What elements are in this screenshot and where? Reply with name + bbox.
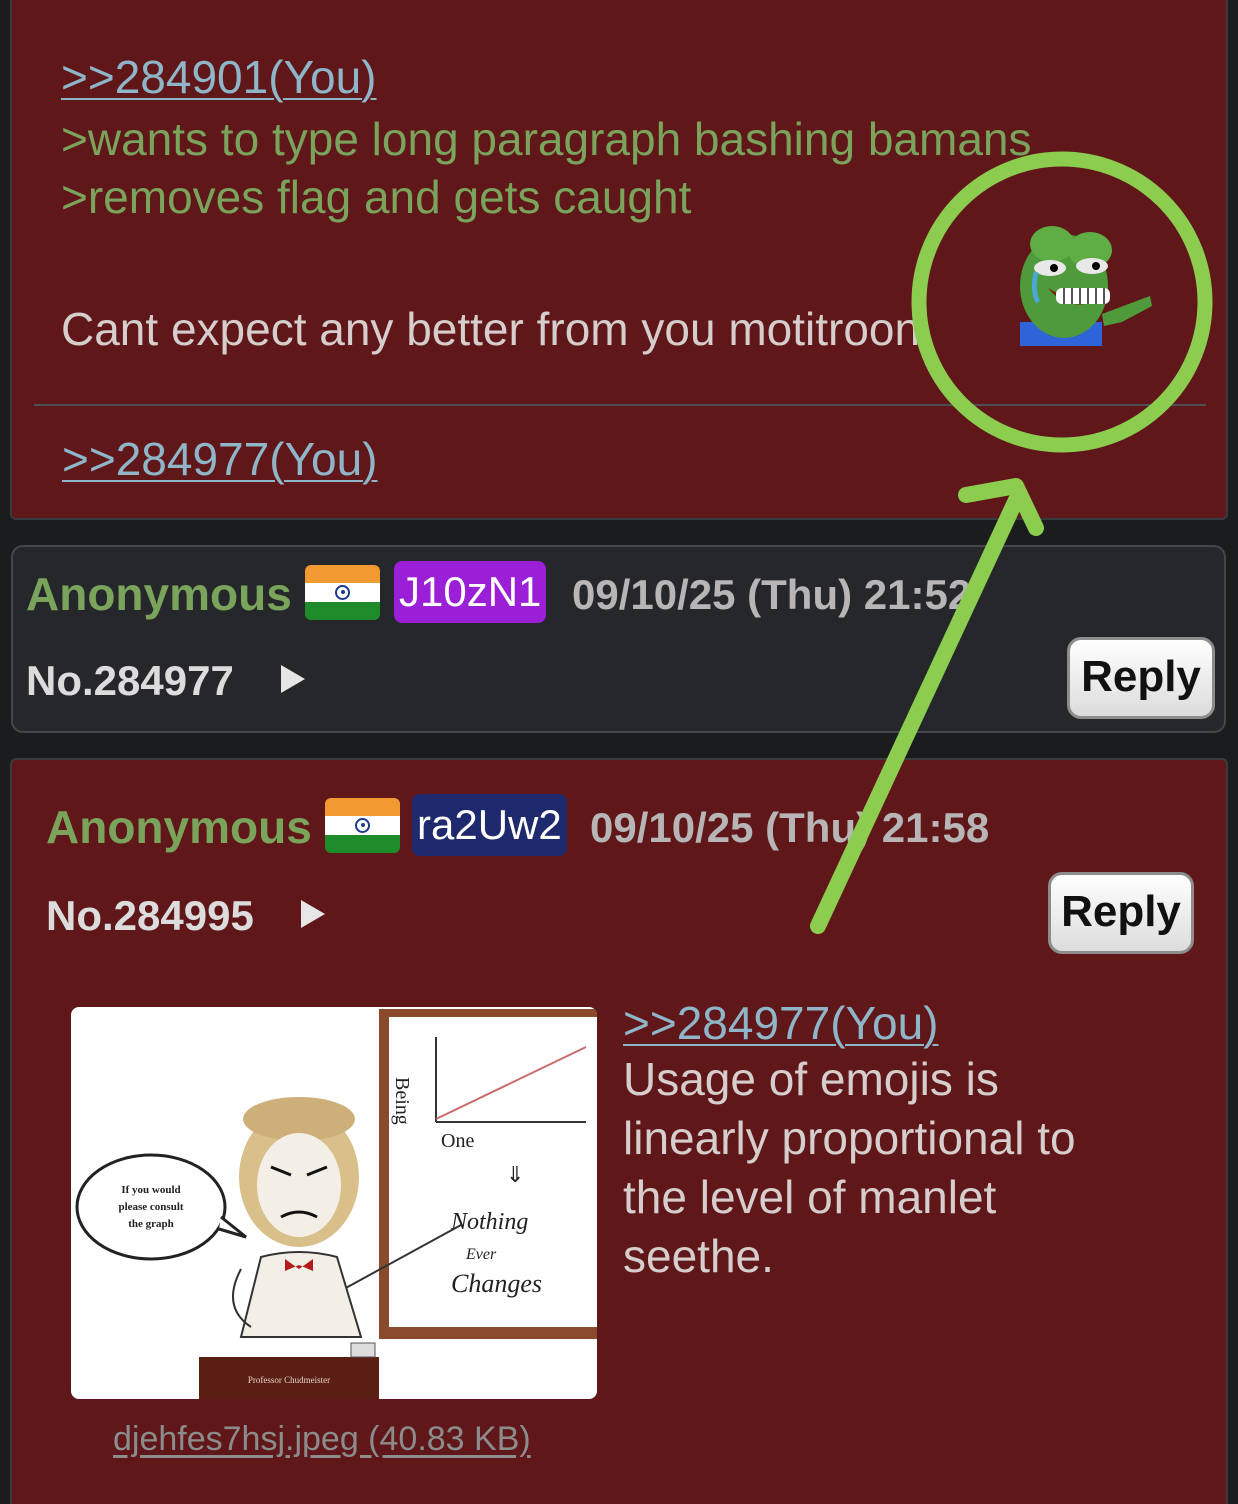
post-datetime: 09/10/25 (Thu) 21:52 bbox=[572, 571, 972, 618]
post-number[interactable]: No.284995 bbox=[46, 892, 254, 940]
board-text: Changes bbox=[451, 1269, 542, 1298]
post-284995: Anonymous ra2Uw2 09/10/25 (Thu) 21:58 No… bbox=[10, 758, 1228, 1504]
meme-illustration: Being One ⇓ Nothing Ever Changes If you … bbox=[75, 1009, 597, 1399]
svg-text:⇓: ⇓ bbox=[506, 1162, 524, 1187]
post-body-line: linearly proportional to bbox=[623, 1112, 1076, 1164]
india-flag-icon bbox=[325, 798, 400, 853]
pepe-emoji-icon bbox=[1020, 226, 1152, 346]
india-flag-icon bbox=[305, 565, 380, 620]
image-filename-link[interactable]: djehfes7hsj.jpeg (40.83 KB) bbox=[113, 1420, 531, 1459]
quote-link[interactable]: >>284901(You) bbox=[61, 50, 377, 104]
board-text: Nothing bbox=[450, 1209, 528, 1235]
reply-button[interactable]: Reply bbox=[1048, 872, 1194, 954]
poster-name: Anonymous bbox=[26, 568, 292, 620]
post-284901-reply: >>284901(You) >wants to type long paragr… bbox=[10, 0, 1228, 520]
backlink[interactable]: >>284977(You) bbox=[62, 432, 378, 486]
speech-text: If you would bbox=[121, 1184, 180, 1196]
poster-name: Anonymous bbox=[46, 801, 312, 853]
post-body-line: seethe. bbox=[623, 1230, 774, 1282]
quote-link[interactable]: >>284977(You) bbox=[623, 996, 939, 1050]
post-image-thumbnail[interactable]: Being One ⇓ Nothing Ever Changes If you … bbox=[71, 1007, 597, 1399]
podium-text: Professor Chudmeister bbox=[248, 1375, 330, 1385]
post-body: Cant expect any better from you motitroo… bbox=[61, 303, 921, 355]
post-body-line: Usage of emojis is bbox=[623, 1053, 999, 1105]
post-divider bbox=[34, 404, 1206, 406]
post-datetime: 09/10/25 (Thu) 21:58 bbox=[590, 804, 990, 851]
post-body-line: the level of manlet bbox=[623, 1171, 997, 1223]
post-284977: Anonymous J10zN1 09/10/25 (Thu) 21:52 No… bbox=[11, 545, 1226, 733]
speech-text: please consult bbox=[118, 1201, 183, 1213]
speech-text: the graph bbox=[128, 1218, 174, 1230]
greentext-line: >wants to type long paragraph bashing ba… bbox=[61, 113, 1032, 165]
thread-view: >>284901(You) >wants to type long paragr… bbox=[0, 0, 1238, 1504]
poster-id[interactable]: J10zN1 bbox=[394, 561, 547, 623]
graph-xlabel: One bbox=[441, 1130, 474, 1152]
graph-ylabel: Being bbox=[391, 1077, 413, 1125]
poster-id[interactable]: ra2Uw2 bbox=[412, 794, 567, 856]
expand-arrow-icon[interactable] bbox=[301, 900, 325, 928]
post-number[interactable]: No.284977 bbox=[26, 657, 234, 705]
reply-button[interactable]: Reply bbox=[1067, 637, 1215, 719]
greentext-line: >removes flag and gets caught bbox=[61, 171, 692, 223]
board-text: Ever bbox=[465, 1246, 497, 1263]
expand-arrow-icon[interactable] bbox=[281, 665, 305, 693]
